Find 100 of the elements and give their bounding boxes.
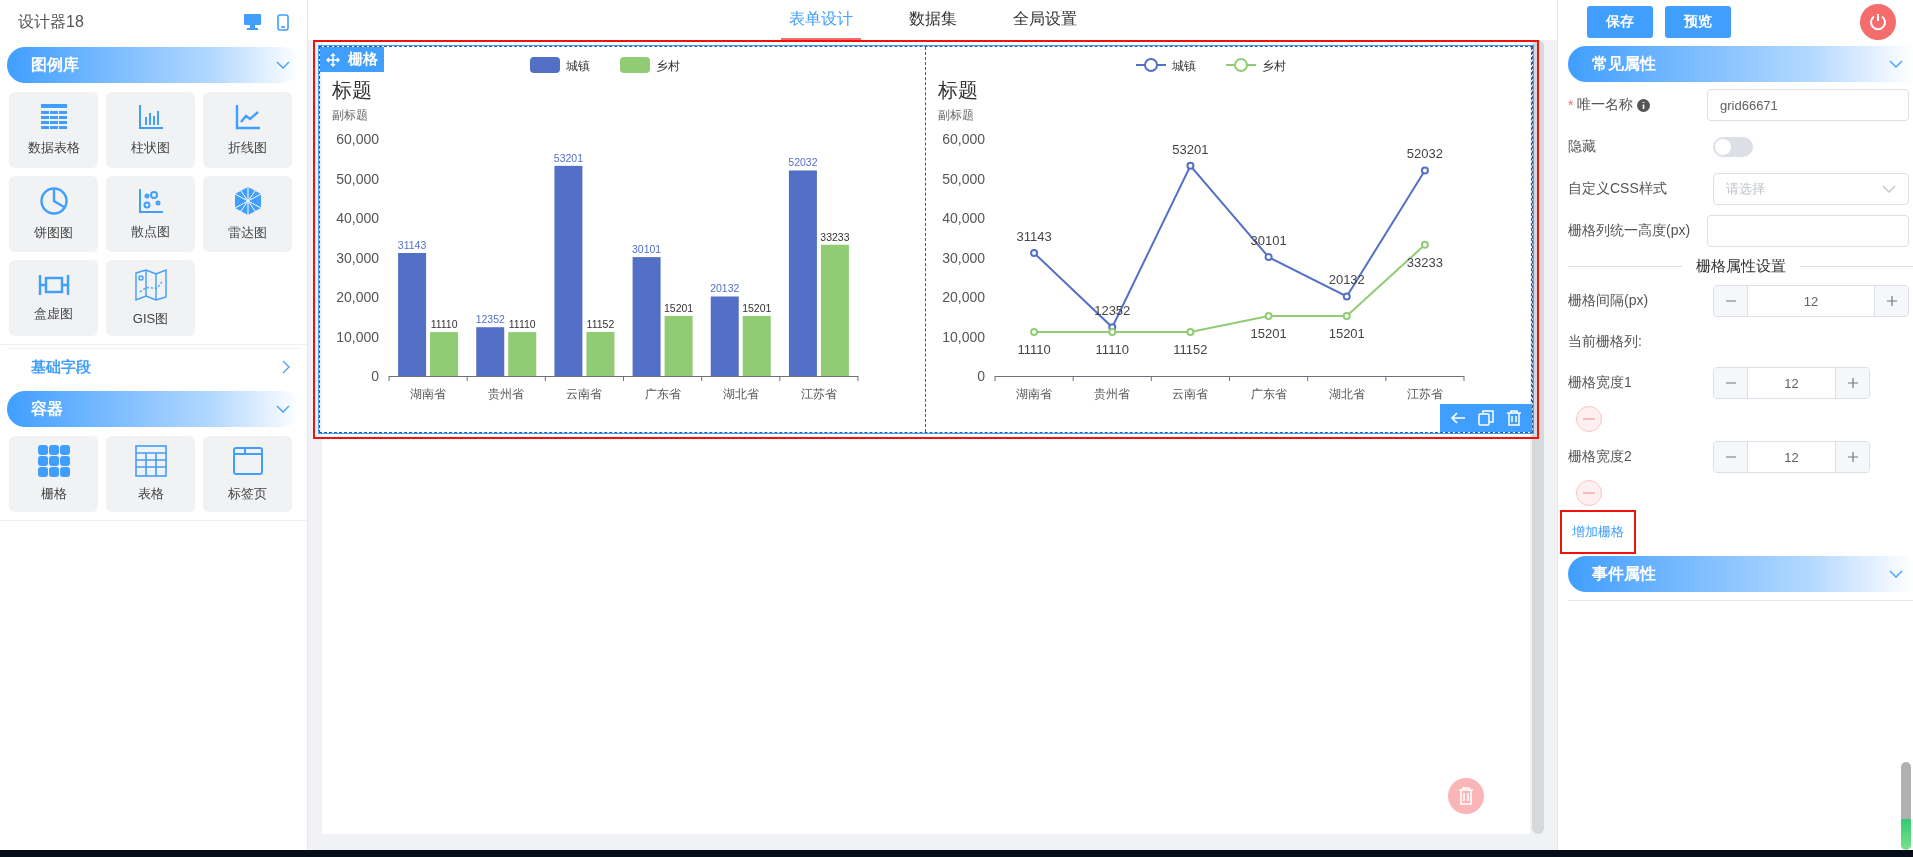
- trash-icon: [1458, 787, 1474, 805]
- desktop-icon[interactable]: [244, 14, 261, 30]
- component-tile[interactable]: 折线图: [203, 92, 292, 168]
- mobile-icon[interactable]: [277, 13, 289, 31]
- y-tick-label: 30,000: [942, 249, 985, 266]
- data-point[interactable]: [1264, 311, 1273, 320]
- chevron-down-icon[interactable]: [1889, 570, 1903, 578]
- bar[interactable]: [788, 170, 817, 376]
- grid-container[interactable]: [313, 40, 1539, 439]
- data-label: 33233: [1406, 254, 1443, 270]
- remove-button[interactable]: [1576, 406, 1602, 432]
- y-tick-label: 40,000: [942, 210, 985, 226]
- data-point[interactable]: [1420, 240, 1429, 249]
- bar-chart-icon: [136, 103, 165, 131]
- y-tick-label: 20,000: [942, 289, 985, 305]
- increment-button[interactable]: [1835, 368, 1869, 398]
- copy-icon[interactable]: [1478, 410, 1494, 426]
- component-tile[interactable]: 散点图: [106, 176, 195, 252]
- remove-button[interactable]: [1576, 480, 1602, 506]
- data-label: 52032: [788, 156, 818, 169]
- data-label: 12352: [475, 313, 505, 326]
- bar[interactable]: [820, 244, 849, 376]
- x-tick-label: 贵州省: [1094, 387, 1131, 401]
- chevron-down-icon[interactable]: [276, 61, 290, 69]
- component-tile[interactable]: 表格: [106, 436, 195, 512]
- data-point[interactable]: [1030, 328, 1039, 337]
- x-tick-label: 湖北省: [1328, 387, 1365, 401]
- y-tick-label: 0: [371, 368, 379, 384]
- tab-window-icon: [231, 445, 264, 477]
- label-text: 栅格列统一高度(px): [1568, 222, 1691, 240]
- data-point[interactable]: [1264, 253, 1273, 262]
- number-stepper[interactable]: 12: [1713, 367, 1870, 399]
- component-tile[interactable]: 盒虚图: [9, 260, 98, 336]
- label-text: 隐藏: [1568, 138, 1596, 156]
- data-label: 11110: [430, 318, 458, 331]
- delete-button[interactable]: [1448, 778, 1484, 814]
- chart-subtitle: 副标题: [938, 108, 974, 122]
- y-tick-label: 10,000: [942, 328, 985, 345]
- delete-icon[interactable]: [1506, 410, 1522, 426]
- bar[interactable]: [554, 165, 583, 376]
- component-tile[interactable]: 饼图图: [9, 176, 98, 252]
- map-icon: [133, 268, 168, 302]
- data-label: 31143: [1016, 229, 1052, 244]
- table-icon: [39, 103, 68, 131]
- legend-item[interactable]: 城镇: [1135, 58, 1196, 73]
- data-label: 53201: [1172, 141, 1209, 157]
- legend-item[interactable]: 乡村: [1225, 58, 1286, 73]
- toggle-switch[interactable]: [1713, 137, 1753, 157]
- bar[interactable]: [430, 332, 459, 376]
- data-point[interactable]: [1030, 249, 1039, 257]
- chevron-right-icon[interactable]: [282, 360, 290, 374]
- field-label: 栅格间隔(px): [1568, 292, 1650, 310]
- increment-button[interactable]: [1874, 286, 1908, 316]
- increment-button[interactable]: [1835, 442, 1869, 472]
- scrollbar[interactable]: [1901, 762, 1911, 850]
- x-tick-label: 云南省: [1172, 387, 1209, 401]
- x-tick-label: 湖南省: [1016, 387, 1053, 401]
- component-tile[interactable]: 雷达图: [203, 176, 292, 252]
- data-label: 11152: [1173, 341, 1208, 357]
- data-label: 52032: [1406, 146, 1443, 162]
- y-tick-label: 60,000: [336, 131, 379, 147]
- bar[interactable]: [632, 257, 661, 376]
- component-tile[interactable]: 柱状图: [106, 92, 195, 168]
- move-icon: [326, 52, 340, 67]
- arrow-left-icon[interactable]: [1450, 410, 1466, 426]
- info-icon[interactable]: [1637, 98, 1651, 112]
- power-button[interactable]: [1860, 4, 1896, 40]
- chevron-down-icon[interactable]: [276, 405, 290, 413]
- component-tile[interactable]: 栅格: [9, 436, 98, 512]
- tab[interactable]: 全局设置: [1004, 0, 1085, 40]
- component-tile[interactable]: 数据表格: [9, 92, 98, 168]
- data-point[interactable]: [1420, 166, 1429, 175]
- boxplot-icon: [37, 273, 70, 297]
- plus-icon: [1846, 451, 1859, 463]
- data-label: 53201: [553, 151, 583, 164]
- line-chart-icon: [233, 103, 262, 131]
- data-point[interactable]: [1342, 292, 1351, 301]
- legend-label: 乡村: [1262, 59, 1286, 73]
- tab[interactable]: 数据集: [900, 0, 965, 40]
- bar[interactable]: [710, 296, 739, 376]
- legend-label: 乡村: [656, 59, 680, 73]
- x-tick-label: 湖南省: [410, 387, 447, 401]
- component-tile[interactable]: 标签页: [203, 436, 292, 512]
- component-tile[interactable]: GIS图: [106, 260, 195, 336]
- bar[interactable]: [586, 331, 615, 376]
- number-stepper[interactable]: 12: [1713, 441, 1870, 473]
- power-icon: [1869, 13, 1887, 31]
- bar[interactable]: [476, 327, 505, 376]
- data-point[interactable]: [1186, 327, 1195, 336]
- data-point[interactable]: [1186, 161, 1195, 170]
- number-stepper[interactable]: 12: [1713, 285, 1909, 317]
- chevron-down-icon[interactable]: [1889, 60, 1903, 68]
- scatter-icon: [136, 187, 165, 215]
- text-field[interactable]: grid66671: [1707, 89, 1909, 121]
- text-field[interactable]: [1707, 215, 1909, 247]
- bar[interactable]: [398, 253, 427, 376]
- minus-icon: [1583, 418, 1595, 420]
- data-point[interactable]: [1108, 328, 1117, 337]
- plus-icon: [1846, 377, 1859, 389]
- data-point[interactable]: [1342, 311, 1351, 320]
